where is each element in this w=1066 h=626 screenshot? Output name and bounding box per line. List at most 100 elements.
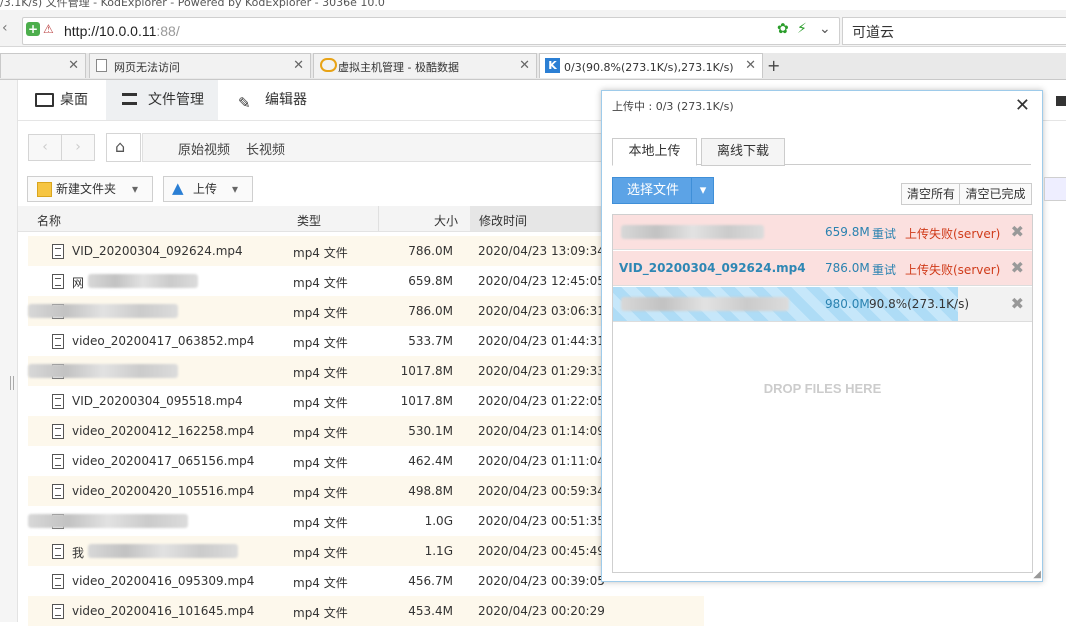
- nav-desktop[interactable]: 桌面: [18, 80, 100, 120]
- file-size: 456.7M: [408, 574, 453, 588]
- lightning-icon[interactable]: ⚡: [797, 21, 807, 37]
- file-type: mp4 文件: [293, 546, 348, 560]
- resize-handle-icon[interactable]: [10, 376, 14, 390]
- clear-completed-button[interactable]: 清空已完成: [959, 183, 1032, 205]
- window-title-bar: /3.1K/s) 文件管理 - KodExplorer - Powered by…: [0, 0, 1066, 10]
- file-name[interactable]: video_20200417_065156.mp4: [72, 454, 254, 468]
- history-back-button[interactable]: ‹: [28, 134, 62, 161]
- tab-offline-download[interactable]: 离线下载: [701, 138, 785, 166]
- choose-files-label: 选择文件: [627, 183, 680, 198]
- tab-close-icon[interactable]: ✕: [745, 58, 756, 73]
- view-mode-button[interactable]: [1044, 177, 1066, 201]
- file-name[interactable]: VID_20200304_092624.mp4: [72, 244, 243, 258]
- home-icon: ⌂: [115, 137, 126, 156]
- tab-local-upload[interactable]: 本地上传: [612, 138, 697, 166]
- blurred-filename: [88, 274, 198, 288]
- file-icon: [52, 484, 64, 499]
- file-name[interactable]: video_20200416_101645.mp4: [72, 604, 254, 618]
- file-type: mp4 文件: [293, 336, 348, 350]
- new-tab-button[interactable]: +: [767, 56, 780, 75]
- dialog-close-icon[interactable]: ✕: [1015, 95, 1030, 116]
- clear-all-button[interactable]: 清空所有: [901, 183, 961, 205]
- col-name[interactable]: 名称: [37, 212, 61, 229]
- upload-item-size: 786.0M: [825, 261, 870, 275]
- remove-item-icon[interactable]: ✖: [1011, 258, 1024, 277]
- breadcrumb-item-original[interactable]: 原始视频: [178, 139, 230, 158]
- file-type: mp4 文件: [293, 576, 348, 590]
- file-icon: [52, 244, 64, 259]
- caret-down-icon[interactable]: ▾: [232, 177, 238, 201]
- upload-button[interactable]: ▲ 上传 ▾: [163, 176, 253, 202]
- remove-item-icon[interactable]: ✖: [1011, 294, 1024, 313]
- remove-item-icon[interactable]: ✖: [1011, 222, 1024, 241]
- file-type: mp4 文件: [293, 516, 348, 530]
- new-folder-label: 新建文件夹: [56, 182, 117, 196]
- file-size: 530.1M: [408, 424, 453, 438]
- blurred-filename: [88, 544, 238, 558]
- browser-tab-0[interactable]: ✕: [0, 53, 86, 78]
- tab-label: 虚拟主机管理 - 极酷数据: [338, 61, 459, 74]
- home-button[interactable]: ⌂: [106, 133, 141, 162]
- blurred-filename: [28, 304, 178, 318]
- file-name[interactable]: video_20200416_095309.mp4: [72, 574, 254, 588]
- retry-link[interactable]: 重试: [872, 261, 896, 278]
- file-type: mp4 文件: [293, 276, 348, 290]
- file-icon: [52, 604, 64, 619]
- shield-plus-icon: +: [26, 22, 40, 36]
- file-name[interactable]: 网: [72, 274, 84, 291]
- choose-dropdown-icon[interactable]: ▾: [691, 178, 714, 203]
- upload-item-status: 上传失败(server): [905, 227, 1001, 241]
- breadcrumb-item-long[interactable]: 长视频: [246, 139, 285, 158]
- browser-tab-2[interactable]: 虚拟主机管理 - 极酷数据 ✕: [313, 53, 537, 78]
- file-modified: 2020/04/23 03:06:31: [478, 304, 605, 318]
- resize-grip-icon[interactable]: ◢: [1033, 569, 1041, 580]
- back-arrow-icon[interactable]: ‹: [2, 20, 8, 36]
- browser-tab-1[interactable]: 网页无法访问 ✕: [89, 53, 311, 78]
- upload-progress-text: 90.8%(273.1K/s): [869, 297, 970, 311]
- upload-item-size: 980.0M: [825, 297, 870, 311]
- tab-label: 0/3(90.8%(273.1K/s),273.1K/s) 文件: [564, 61, 736, 74]
- file-name[interactable]: video_20200417_063852.mp4: [72, 334, 254, 348]
- col-size[interactable]: 大小: [434, 212, 458, 229]
- col-type[interactable]: 类型: [297, 212, 321, 229]
- nav-desktop-label: 桌面: [60, 92, 88, 108]
- insecure-lock-icon[interactable]: ⚠: [43, 22, 55, 36]
- nav-editor[interactable]: ✎ 编辑器: [224, 80, 316, 120]
- new-folder-button[interactable]: 新建文件夹 ▾: [27, 176, 153, 202]
- upload-dialog: 上传中 : 0/3 (273.1K/s) ✕ 本地上传 离线下载 选择文件 ▾ …: [601, 90, 1043, 582]
- file-modified: 2020/04/23 01:14:09: [478, 424, 605, 438]
- window-title: /3.1K/s) 文件管理 - KodExplorer - Powered by…: [0, 0, 385, 9]
- file-icon: [52, 424, 64, 439]
- tab-close-icon[interactable]: ✕: [68, 58, 79, 73]
- file-name[interactable]: video_20200420_105516.mp4: [72, 484, 254, 498]
- choose-files-button[interactable]: 选择文件 ▾: [612, 177, 714, 204]
- file-icon: [52, 544, 64, 559]
- upload-item: 659.8M 重试 上传失败(server) ✖: [613, 215, 1032, 250]
- nav-file-manager[interactable]: 文件管理: [106, 80, 218, 120]
- upload-item-size: 659.8M: [825, 225, 870, 239]
- file-name[interactable]: VID_20200304_095518.mp4: [72, 394, 243, 408]
- caret-down-icon[interactable]: ▾: [132, 177, 138, 201]
- search-box[interactable]: 可道云: [842, 17, 1066, 45]
- upload-queue: 659.8M 重试 上传失败(server) ✖ VID_20200304_09…: [612, 214, 1033, 573]
- refresh-icon[interactable]: ✿: [777, 21, 789, 37]
- file-modified: 2020/04/23 13:09:34: [478, 244, 605, 258]
- tab-close-icon[interactable]: ✕: [293, 58, 304, 73]
- tab-close-icon[interactable]: ✕: [519, 58, 530, 73]
- user-icon[interactable]: [1056, 96, 1066, 106]
- file-type: mp4 文件: [293, 426, 348, 440]
- col-modified[interactable]: 修改时间: [479, 212, 527, 229]
- file-icon: [52, 334, 64, 349]
- file-type: mp4 文件: [293, 456, 348, 470]
- retry-link[interactable]: 重试: [872, 225, 896, 242]
- file-size: 659.8M: [408, 274, 453, 288]
- file-name[interactable]: video_20200412_162258.mp4: [72, 424, 254, 438]
- upload-arrow-icon: ▲: [172, 179, 184, 197]
- dropdown-arrow-icon[interactable]: ⌄: [819, 21, 831, 37]
- file-name[interactable]: 我: [72, 544, 84, 561]
- address-bar[interactable]: + ⚠ http://10.0.0.11:88/ ✿ ⚡ ⌄: [22, 17, 840, 45]
- file-size: 786.0M: [408, 244, 453, 258]
- file-modified: 2020/04/23 12:45:05: [478, 274, 605, 288]
- history-forward-button[interactable]: ›: [61, 134, 95, 161]
- browser-tab-3[interactable]: K 0/3(90.8%(273.1K/s),273.1K/s) 文件 ✕: [539, 53, 763, 78]
